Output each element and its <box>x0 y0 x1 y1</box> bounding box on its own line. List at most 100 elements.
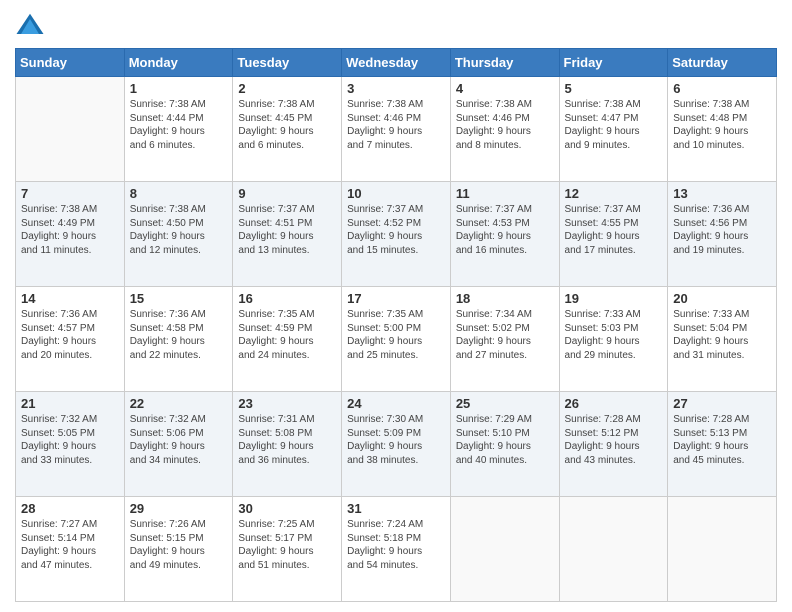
day-number: 22 <box>130 396 228 411</box>
page: SundayMondayTuesdayWednesdayThursdayFrid… <box>0 0 792 612</box>
col-header-thursday: Thursday <box>450 49 559 77</box>
header <box>15 10 777 40</box>
day-content: Sunrise: 7:32 AM Sunset: 5:05 PM Dayligh… <box>21 413 119 467</box>
day-content: Sunrise: 7:38 AM Sunset: 4:46 PM Dayligh… <box>456 98 554 152</box>
day-number: 30 <box>238 501 336 516</box>
day-content: Sunrise: 7:27 AM Sunset: 5:14 PM Dayligh… <box>21 518 119 572</box>
calendar-cell: 12 Sunrise: 7:37 AM Sunset: 4:55 PM Dayli… <box>559 182 668 287</box>
day-content: Sunrise: 7:38 AM Sunset: 4:47 PM Dayligh… <box>565 98 663 152</box>
day-content: Sunrise: 7:37 AM Sunset: 4:51 PM Dayligh… <box>238 203 336 257</box>
day-content: Sunrise: 7:29 AM Sunset: 5:10 PM Dayligh… <box>456 413 554 467</box>
day-content: Sunrise: 7:37 AM Sunset: 4:55 PM Dayligh… <box>565 203 663 257</box>
day-number: 14 <box>21 291 119 306</box>
calendar-cell: 9 Sunrise: 7:37 AM Sunset: 4:51 PM Daylig… <box>233 182 342 287</box>
day-content: Sunrise: 7:26 AM Sunset: 5:15 PM Dayligh… <box>130 518 228 572</box>
col-header-tuesday: Tuesday <box>233 49 342 77</box>
calendar-cell: 15Sunrise: 7:36 AM Sunset: 4:58 PM Dayli… <box>124 287 233 392</box>
calendar-cell: 17Sunrise: 7:35 AM Sunset: 5:00 PM Dayli… <box>342 287 451 392</box>
day-number: 20 <box>673 291 771 306</box>
day-number: 21 <box>21 396 119 411</box>
calendar-cell: 29Sunrise: 7:26 AM Sunset: 5:15 PM Dayli… <box>124 497 233 602</box>
day-number: 13 <box>673 186 771 201</box>
day-number: 6 <box>673 81 771 96</box>
calendar-cell: 11 Sunrise: 7:37 AM Sunset: 4:53 PM Dayli… <box>450 182 559 287</box>
day-content: Sunrise: 7:38 AM Sunset: 4:44 PM Dayligh… <box>130 98 228 152</box>
day-content: Sunrise: 7:32 AM Sunset: 5:06 PM Dayligh… <box>130 413 228 467</box>
calendar-cell: 2 Sunrise: 7:38 AM Sunset: 4:45 PM Daylig… <box>233 77 342 182</box>
calendar-table: SundayMondayTuesdayWednesdayThursdayFrid… <box>15 48 777 602</box>
day-content: Sunrise: 7:24 AM Sunset: 5:18 PM Dayligh… <box>347 518 445 572</box>
calendar-cell: 7 Sunrise: 7:38 AM Sunset: 4:49 PM Daylig… <box>16 182 125 287</box>
day-content: Sunrise: 7:36 AM Sunset: 4:57 PM Dayligh… <box>21 308 119 362</box>
day-number: 27 <box>673 396 771 411</box>
calendar-cell: 23Sunrise: 7:31 AM Sunset: 5:08 PM Dayli… <box>233 392 342 497</box>
day-content: Sunrise: 7:37 AM Sunset: 4:53 PM Dayligh… <box>456 203 554 257</box>
day-number: 1 <box>130 81 228 96</box>
calendar-week-row: 28 Sunrise: 7:27 AM Sunset: 5:14 PM Dayli… <box>16 497 777 602</box>
day-number: 18 <box>456 291 554 306</box>
calendar-cell <box>16 77 125 182</box>
col-header-saturday: Saturday <box>668 49 777 77</box>
day-number: 3 <box>347 81 445 96</box>
calendar-cell: 14 Sunrise: 7:36 AM Sunset: 4:57 PM Dayli… <box>16 287 125 392</box>
day-content: Sunrise: 7:36 AM Sunset: 4:56 PM Dayligh… <box>673 203 771 257</box>
day-content: Sunrise: 7:28 AM Sunset: 5:12 PM Dayligh… <box>565 413 663 467</box>
day-content: Sunrise: 7:37 AM Sunset: 4:52 PM Dayligh… <box>347 203 445 257</box>
calendar-cell: 26 Sunrise: 7:28 AM Sunset: 5:12 PM Dayli… <box>559 392 668 497</box>
col-header-sunday: Sunday <box>16 49 125 77</box>
day-number: 19 <box>565 291 663 306</box>
day-number: 28 <box>21 501 119 516</box>
day-number: 31 <box>347 501 445 516</box>
calendar-cell: 28 Sunrise: 7:27 AM Sunset: 5:14 PM Dayli… <box>16 497 125 602</box>
day-content: Sunrise: 7:31 AM Sunset: 5:08 PM Dayligh… <box>238 413 336 467</box>
day-content: Sunrise: 7:34 AM Sunset: 5:02 PM Dayligh… <box>456 308 554 362</box>
calendar-cell: 24 Sunrise: 7:30 AM Sunset: 5:09 PM Dayli… <box>342 392 451 497</box>
day-content: Sunrise: 7:30 AM Sunset: 5:09 PM Dayligh… <box>347 413 445 467</box>
col-header-monday: Monday <box>124 49 233 77</box>
day-number: 8 <box>130 186 228 201</box>
day-number: 10 <box>347 186 445 201</box>
day-number: 12 <box>565 186 663 201</box>
calendar-week-row: 21 Sunrise: 7:32 AM Sunset: 5:05 PM Dayli… <box>16 392 777 497</box>
logo-icon <box>15 10 45 40</box>
day-content: Sunrise: 7:38 AM Sunset: 4:45 PM Dayligh… <box>238 98 336 152</box>
day-number: 4 <box>456 81 554 96</box>
calendar-cell: 22 Sunrise: 7:32 AM Sunset: 5:06 PM Dayli… <box>124 392 233 497</box>
day-number: 2 <box>238 81 336 96</box>
day-content: Sunrise: 7:38 AM Sunset: 4:48 PM Dayligh… <box>673 98 771 152</box>
day-content: Sunrise: 7:38 AM Sunset: 4:49 PM Dayligh… <box>21 203 119 257</box>
calendar-cell: 13 Sunrise: 7:36 AM Sunset: 4:56 PM Dayli… <box>668 182 777 287</box>
calendar-week-row: 7 Sunrise: 7:38 AM Sunset: 4:49 PM Daylig… <box>16 182 777 287</box>
calendar-cell: 5 Sunrise: 7:38 AM Sunset: 4:47 PM Daylig… <box>559 77 668 182</box>
calendar-cell: 1 Sunrise: 7:38 AM Sunset: 4:44 PM Daylig… <box>124 77 233 182</box>
day-number: 9 <box>238 186 336 201</box>
day-number: 26 <box>565 396 663 411</box>
col-header-wednesday: Wednesday <box>342 49 451 77</box>
day-content: Sunrise: 7:38 AM Sunset: 4:50 PM Dayligh… <box>130 203 228 257</box>
calendar-cell <box>450 497 559 602</box>
calendar-cell: 31 Sunrise: 7:24 AM Sunset: 5:18 PM Dayli… <box>342 497 451 602</box>
day-content: Sunrise: 7:35 AM Sunset: 4:59 PM Dayligh… <box>238 308 336 362</box>
day-number: 7 <box>21 186 119 201</box>
day-number: 15 <box>130 291 228 306</box>
day-content: Sunrise: 7:38 AM Sunset: 4:46 PM Dayligh… <box>347 98 445 152</box>
calendar-cell: 25 Sunrise: 7:29 AM Sunset: 5:10 PM Dayli… <box>450 392 559 497</box>
calendar-cell <box>668 497 777 602</box>
day-content: Sunrise: 7:25 AM Sunset: 5:17 PM Dayligh… <box>238 518 336 572</box>
day-content: Sunrise: 7:33 AM Sunset: 5:04 PM Dayligh… <box>673 308 771 362</box>
calendar-cell: 16Sunrise: 7:35 AM Sunset: 4:59 PM Dayli… <box>233 287 342 392</box>
day-number: 5 <box>565 81 663 96</box>
calendar-cell: 20 Sunrise: 7:33 AM Sunset: 5:04 PM Dayli… <box>668 287 777 392</box>
day-number: 11 <box>456 186 554 201</box>
col-header-friday: Friday <box>559 49 668 77</box>
calendar-week-row: 14 Sunrise: 7:36 AM Sunset: 4:57 PM Dayli… <box>16 287 777 392</box>
calendar-cell: 21 Sunrise: 7:32 AM Sunset: 5:05 PM Dayli… <box>16 392 125 497</box>
calendar-cell: 18 Sunrise: 7:34 AM Sunset: 5:02 PM Dayli… <box>450 287 559 392</box>
calendar-week-row: 1 Sunrise: 7:38 AM Sunset: 4:44 PM Daylig… <box>16 77 777 182</box>
calendar-cell <box>559 497 668 602</box>
calendar-cell: 30 Sunrise: 7:25 AM Sunset: 5:17 PM Dayli… <box>233 497 342 602</box>
day-number: 24 <box>347 396 445 411</box>
calendar-cell: 8 Sunrise: 7:38 AM Sunset: 4:50 PM Daylig… <box>124 182 233 287</box>
day-content: Sunrise: 7:28 AM Sunset: 5:13 PM Dayligh… <box>673 413 771 467</box>
day-number: 25 <box>456 396 554 411</box>
